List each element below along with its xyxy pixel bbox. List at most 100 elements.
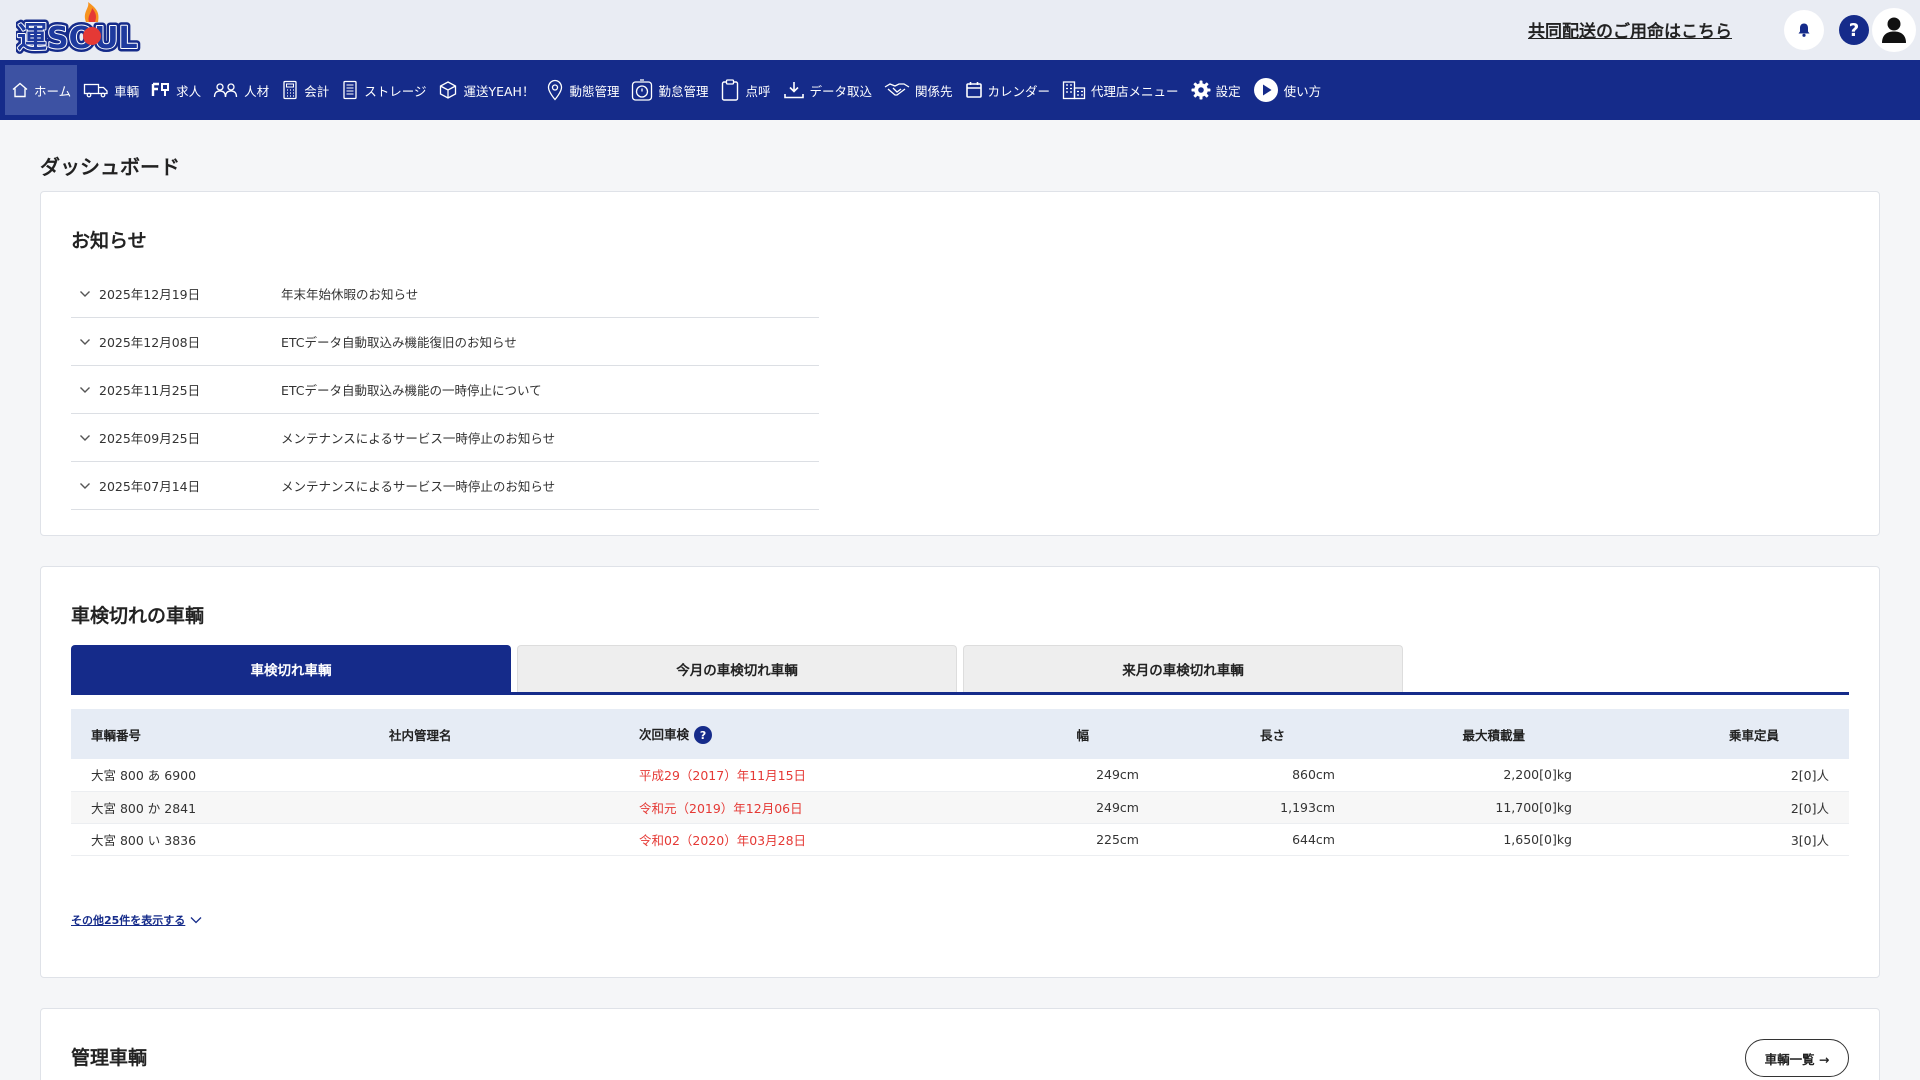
- managed-vehicles-title: 管理車輌: [71, 1047, 148, 1069]
- vehicle-max-load: 2,200[0]kg: [1355, 759, 1592, 792]
- next-inspection-date: 令和02（2020）年03月28日: [619, 823, 949, 856]
- bell-icon: [1798, 23, 1810, 37]
- show-more-label: その他25件を表示する: [71, 914, 186, 927]
- user-menu-button[interactable]: [1872, 8, 1916, 52]
- nav-item-agency-menu[interactable]: 代理店メニュー: [1056, 65, 1185, 115]
- logo[interactable]: 運SOUL 運SOUL 運SOUL: [16, 2, 166, 54]
- help-button[interactable]: ?: [1834, 10, 1874, 50]
- nav-item-settings[interactable]: 設定: [1185, 65, 1247, 115]
- internal-name: [369, 823, 619, 856]
- table-row[interactable]: 大宮 800 あ 6900 平成29（2017）年11月15日 249cm 86…: [71, 759, 1849, 792]
- vehicle-list-button[interactable]: 車輌一覧 →: [1745, 1039, 1849, 1077]
- nav-item-people[interactable]: 人材: [207, 65, 275, 115]
- vehicle-number: 大宮 800 い 3836: [71, 823, 369, 856]
- news-item[interactable]: 2025年12月08日 ETCデータ自動取込み機能復旧のお知らせ: [71, 318, 819, 366]
- news-item[interactable]: 2025年07月14日 メンテナンスによるサービス一時停止のお知らせ: [71, 462, 819, 510]
- job-icon: [151, 82, 170, 96]
- nav-item-storage[interactable]: ストレージ: [335, 65, 432, 115]
- news-list: 2025年12月19日 年末年始休暇のお知らせ 2025年12月08日 ETCデ…: [71, 270, 819, 510]
- notification-button[interactable]: [1784, 10, 1824, 50]
- col-length[interactable]: 長さ: [1159, 709, 1355, 759]
- next-inspection-date: 令和元（2019）年12月06日: [619, 791, 949, 824]
- nav-item-tracking[interactable]: 動態管理: [540, 65, 625, 115]
- vehicle-width: 249cm: [949, 759, 1159, 792]
- gear-icon: [1191, 80, 1211, 100]
- nav-label: 動態管理: [569, 83, 620, 99]
- expired-vehicles-table: 車輌番号 社内管理名 次回車検? 幅 長さ 最大積載量 乗車定員 大宮 800 …: [71, 709, 1849, 856]
- chevron-down-icon: [71, 338, 99, 346]
- vehicle-length: 644cm: [1159, 823, 1355, 856]
- vehicle-max-load: 11,700[0]kg: [1355, 791, 1592, 824]
- truck-icon: [83, 83, 108, 98]
- vehicle-width: 225cm: [949, 823, 1159, 856]
- chevron-down-icon: [71, 434, 99, 442]
- news-date: 2025年11月25日: [99, 383, 201, 398]
- handshake-icon: [884, 83, 910, 96]
- news-title: お知らせ: [71, 230, 147, 252]
- tab-expiring-next-month[interactable]: 来月の車検切れ車輌: [963, 645, 1403, 692]
- news-item-title: 年末年始休暇のお知らせ: [281, 287, 419, 302]
- document-icon: [343, 80, 357, 100]
- nav-item-data-import[interactable]: データ取込: [777, 65, 879, 115]
- news-card: お知らせ 2025年12月19日 年末年始休暇のお知らせ 2025年12月08日…: [40, 191, 1880, 536]
- nav-item-accounting[interactable]: 会計: [275, 65, 335, 115]
- svg-text:運SOUL: 運SOUL: [17, 21, 138, 54]
- nav-item-jobs[interactable]: 求人: [145, 65, 207, 115]
- table-row[interactable]: 大宮 800 い 3836 令和02（2020）年03月28日 225cm 64…: [71, 823, 1849, 856]
- nav-label: 設定: [1215, 83, 1241, 99]
- news-item[interactable]: 2025年09月25日 メンテナンスによるサービス一時停止のお知らせ: [71, 414, 819, 462]
- vehicle-number: 大宮 800 か 2841: [71, 791, 369, 824]
- chevron-down-icon: [71, 386, 99, 394]
- home-icon: [12, 82, 28, 98]
- play-icon: [1253, 78, 1278, 102]
- col-capacity[interactable]: 乗車定員: [1592, 709, 1849, 759]
- user-icon: [1882, 17, 1906, 43]
- calendar-icon: [965, 82, 982, 98]
- nav-label: 代理店メニュー: [1091, 83, 1179, 99]
- inspection-tabs: 車検切れ車輌 今月の車検切れ車輌 来月の車検切れ車輌: [71, 645, 1849, 695]
- vehicle-capacity: 2[0]人: [1592, 791, 1849, 824]
- nav-item-how-to-use[interactable]: 使い方: [1247, 65, 1328, 115]
- nav-item-attendance[interactable]: 勤怠管理: [625, 65, 714, 115]
- nav-item-partners[interactable]: 関係先: [878, 65, 959, 115]
- page-title: ダッシュボード: [40, 155, 180, 179]
- vehicle-capacity: 2[0]人: [1592, 759, 1849, 792]
- show-more-link[interactable]: その他25件を表示する: [71, 912, 203, 928]
- calculator-icon: [283, 80, 297, 100]
- nav-item-calendar[interactable]: カレンダー: [959, 65, 1057, 115]
- nav-label: 求人: [176, 83, 202, 99]
- tab-expired[interactable]: 車検切れ車輌: [71, 645, 511, 692]
- news-date: 2025年07月14日: [99, 479, 201, 494]
- nav-label: 勤怠管理: [658, 83, 709, 99]
- nav-label: 使い方: [1283, 83, 1322, 99]
- internal-name: [369, 759, 619, 792]
- col-internal-name[interactable]: 社内管理名: [369, 709, 619, 759]
- news-item[interactable]: 2025年12月19日 年末年始休暇のお知らせ: [71, 270, 819, 318]
- nav-item-vehicles[interactable]: 車輌: [77, 65, 145, 115]
- news-date: 2025年12月19日: [99, 287, 201, 302]
- joint-delivery-link[interactable]: 共同配送のご用命はこちら: [1528, 17, 1732, 42]
- inspection-title: 車検切れの車輌: [71, 605, 205, 627]
- nav-label: 人材: [244, 83, 270, 99]
- nav-item-rollcall[interactable]: 点呼: [714, 65, 776, 115]
- top-header: 運SOUL 運SOUL 運SOUL 共同配送のご用命はこちら ?: [0, 0, 1920, 60]
- col-width[interactable]: 幅: [949, 709, 1159, 759]
- nav-item-home[interactable]: ホーム: [5, 65, 78, 115]
- vehicle-width: 249cm: [949, 791, 1159, 824]
- table-row[interactable]: 大宮 800 か 2841 令和元（2019）年12月06日 249cm 1,1…: [71, 791, 1849, 824]
- col-max-load[interactable]: 最大積載量: [1355, 709, 1592, 759]
- news-item-title: ETCデータ自動取込み機能復旧のお知らせ: [281, 335, 517, 350]
- nav-label: 会計: [304, 83, 330, 99]
- news-item[interactable]: 2025年11月25日 ETCデータ自動取込み機能の一時停止について: [71, 366, 819, 414]
- col-vehicle-number[interactable]: 車輌番号: [71, 709, 369, 759]
- col-next-inspection[interactable]: 次回車検?: [619, 709, 949, 759]
- tab-expiring-this-month[interactable]: 今月の車検切れ車輌: [517, 645, 957, 692]
- news-item-title: メンテナンスによるサービス一時停止のお知らせ: [281, 479, 556, 494]
- nav-label: 車輌: [114, 83, 140, 99]
- nav-item-unso-yeah[interactable]: 運送YEAH！: [432, 65, 540, 115]
- help-icon[interactable]: ?: [694, 726, 713, 745]
- vehicle-length: 860cm: [1159, 759, 1355, 792]
- box-icon: [440, 81, 457, 99]
- nav-label: ホーム: [34, 83, 72, 99]
- internal-name: [369, 791, 619, 824]
